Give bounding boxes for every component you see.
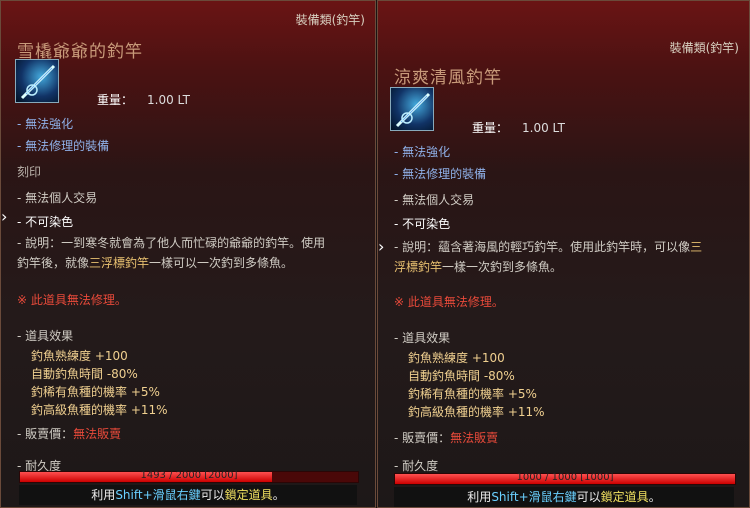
item-description: - 說明：一到寒冬就會為了他人而忙碌的爺爺的釣竿。使用 釣竿後，就像三浮標釣竿一… (17, 236, 326, 270)
effect-line: 釣稀有魚種的機率 +5% (408, 387, 537, 401)
item-tooltip-right: 裝備類(釣竿) 涼爽清風釣竿 重量： 1.00 LT - 無法強化 - 無法修理的… (377, 0, 750, 508)
durability-text: 1493 / 2000 [2000] (140, 470, 238, 481)
flag-no-enhance: - 無法強化 (394, 145, 451, 159)
effects-label: - 道具效果 (394, 331, 451, 345)
price-line: - 販賣價：無法販賣 (394, 431, 499, 445)
lock-hint: 利用Shift+滑鼠右鍵可以鎖定道具。 (19, 485, 357, 505)
durability-bar: 1493 / 2000 [2000] (19, 470, 359, 483)
item-weight: 重量： 1.00 LT (97, 93, 190, 107)
effect-line: 釣稀有魚種的機率 +5% (31, 385, 160, 399)
effect-line: 釣魚熟練度 +100 (31, 349, 128, 363)
effect-line: 自動釣魚時間 -80% (408, 369, 515, 383)
lock-hint: 利用Shift+滑鼠右鍵可以鎖定道具。 (394, 487, 734, 507)
item-tooltip-left: 裝備類(釣竿) 雪橇爺爺的釣竿 重量： 1.00 LT - 無法強化 - 無法修理… (0, 0, 376, 508)
flag-no-dye: - 不可染色 (17, 215, 74, 229)
effect-line: 釣高級魚種的機率 +11% (31, 403, 168, 417)
flag-no-enhance: - 無法強化 (17, 117, 74, 131)
repair-warning: ※ 此道具無法修理。 (394, 295, 504, 309)
item-description: - 說明：蘊含著海風的輕巧釣竿。使用此釣竿時，可以像三 浮標釣竿一樣一次釣到多條… (394, 240, 703, 274)
flag-no-repair: - 無法修理的裝備 (17, 139, 110, 153)
fishing-rod-icon (390, 87, 434, 131)
stamp-label: 刻印 (17, 165, 42, 179)
flag-no-trade: - 無法個人交易 (394, 193, 475, 207)
chevron-right-icon: › (378, 237, 385, 256)
flag-no-repair: - 無法修理的裝備 (394, 167, 487, 181)
item-weight: 重量： 1.00 LT (472, 121, 565, 135)
item-category: 裝備類(釣竿) (295, 13, 365, 27)
chevron-right-icon: › (1, 207, 8, 226)
effect-line: 釣魚熟練度 +100 (408, 351, 505, 365)
item-title: 涼爽清風釣竿 (394, 68, 502, 88)
effect-line: 自動釣魚時間 -80% (31, 367, 138, 381)
durability-bar: 1000 / 1000 [1000] (394, 472, 736, 485)
item-category: 裝備類(釣竿) (669, 41, 739, 55)
price-line: - 販賣價：無法販賣 (17, 427, 122, 441)
effects-label: - 道具效果 (17, 329, 74, 343)
durability-text: 1000 / 1000 [1000] (516, 472, 614, 483)
fishing-rod-icon (15, 59, 59, 103)
flag-no-trade: - 無法個人交易 (17, 191, 98, 205)
effect-line: 釣高級魚種的機率 +11% (408, 405, 545, 419)
repair-warning: ※ 此道具無法修理。 (17, 293, 127, 307)
flag-no-dye: - 不可染色 (394, 217, 451, 231)
